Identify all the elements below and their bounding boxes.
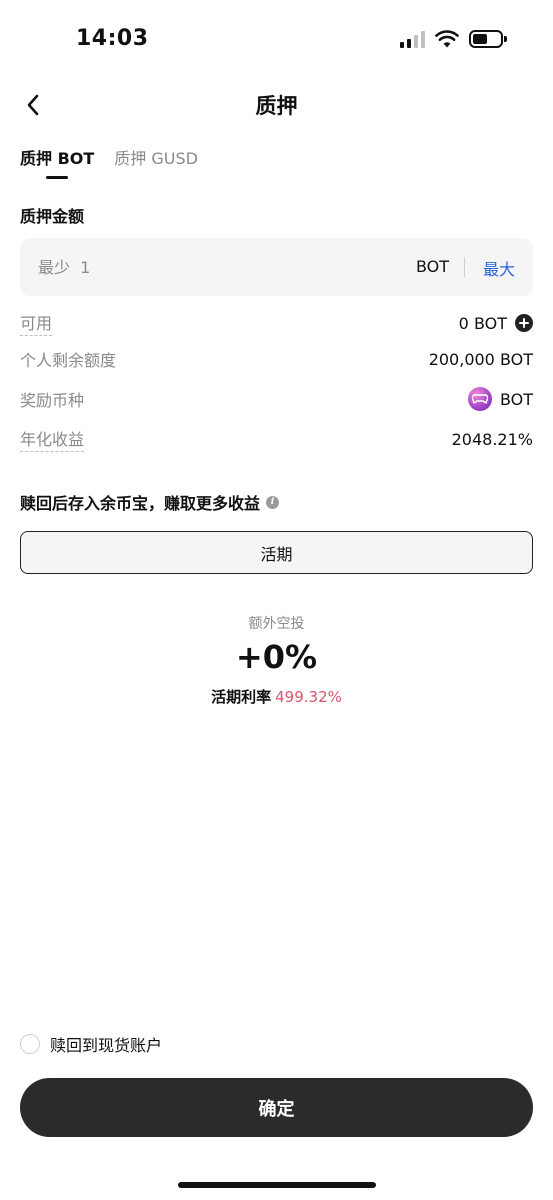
redeem-note-text: 赎回后存入余币宝，赚取更多收益 (20, 494, 261, 513)
flexible-rate-line: 活期利率 499.32% (0, 686, 553, 707)
bot-coin-icon (467, 387, 492, 411)
status-bar: 14:03 (0, 0, 553, 80)
apr-label[interactable]: 年化收益 (20, 426, 85, 452)
remaining-quota-value: 200,000 BOT (428, 349, 533, 369)
stake-tabs: 质押 BOT 质押 GUSD (20, 146, 533, 186)
apr-row: 年化收益 2048.21% (20, 425, 533, 453)
home-indicator (178, 1182, 376, 1188)
cellular-signal-icon (400, 30, 425, 48)
plus-icon (519, 318, 529, 328)
nav-bar: 质押 (0, 80, 553, 132)
tab-stake-gusd[interactable]: 质押 GUSD (114, 146, 198, 182)
tab-stake-bot[interactable]: 质押 BOT (20, 146, 94, 182)
amount-unit: BOT (415, 257, 449, 276)
amount-section-label: 质押金额 (20, 207, 85, 226)
max-button[interactable]: 最大 (483, 256, 515, 280)
airdrop-value: +0% (235, 638, 318, 676)
status-icons (400, 30, 507, 48)
available-label[interactable]: 可用 (20, 310, 53, 336)
reward-coin-label: 奖励币种 (20, 391, 85, 410)
wifi-icon (435, 30, 459, 48)
status-time: 14:03 (76, 26, 149, 51)
reward-coin-value: BOT (499, 389, 533, 409)
amount-divider (464, 257, 465, 277)
battery-fill (473, 34, 487, 44)
confirm-button[interactable]: 确定 (20, 1078, 533, 1137)
redeem-to-spot-label: 赎回到现货账户 (50, 1036, 163, 1055)
battery-icon (469, 30, 507, 48)
redeem-to-spot-radio[interactable] (20, 1034, 40, 1054)
stake-amount-input[interactable] (38, 252, 338, 282)
page-title: 质押 (255, 94, 298, 118)
available-value: 0 BOT (458, 313, 507, 333)
airdrop-label: 额外空投 (248, 616, 305, 632)
gamepad-icon (471, 394, 488, 404)
reward-coin-row: 奖励币种 BOT (20, 385, 533, 413)
remaining-quota-label: 个人剩余额度 (20, 351, 117, 370)
add-funds-button[interactable] (515, 314, 533, 332)
reward-coin-value-group: BOT (467, 387, 533, 411)
available-row: 可用 0 BOT (20, 309, 533, 337)
flexible-rate-label: 活期利率 (211, 688, 272, 706)
redeem-note: 赎回后存入余币宝，赚取更多收益 i (20, 490, 280, 514)
info-icon[interactable]: i (266, 495, 280, 509)
remaining-quota-row: 个人剩余额度 200,000 BOT (20, 345, 533, 373)
redeem-to-spot-option[interactable]: 赎回到现货账户 (20, 1032, 162, 1056)
staking-screen: 14:03 质押 质押 BOT 质押 GUSD 质押金额 最少 1 BOT 最大… (0, 0, 553, 1200)
flexible-option-button[interactable]: 活期 (20, 531, 533, 574)
amount-input-box: BOT 最大 (20, 238, 533, 296)
apr-value: 2048.21% (451, 429, 533, 449)
available-value-group: 0 BOT (459, 314, 533, 333)
flexible-rate-value: 499.32% (275, 688, 342, 706)
